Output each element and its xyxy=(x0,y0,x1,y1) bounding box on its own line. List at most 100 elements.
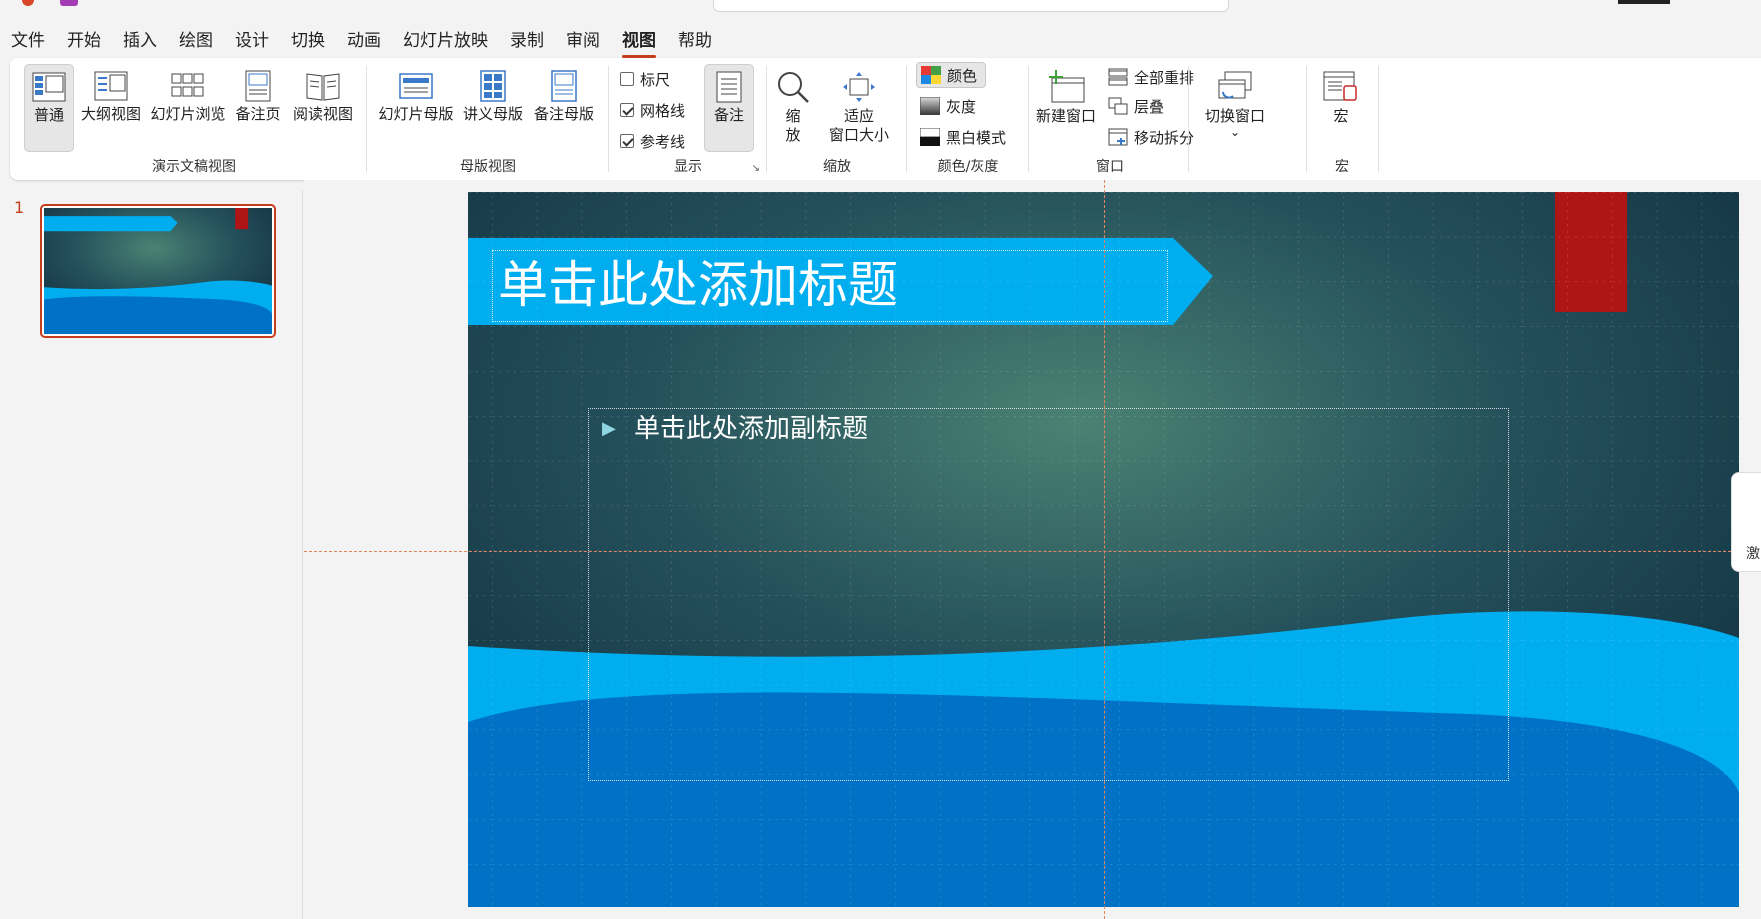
notes-master-button[interactable]: 备注母版 xyxy=(530,64,598,152)
fit-label-line2: 窗口大小 xyxy=(828,126,889,144)
gridlines-checkbox[interactable]: 网格线 xyxy=(616,97,685,123)
group-show: 标尺 网格线 参考线 备注 显示 ↘ xyxy=(614,62,762,176)
horizontal-guide[interactable] xyxy=(304,551,1761,552)
side-panel-tab[interactable]: 激 xyxy=(1731,472,1761,572)
bullet-icon: ▶ xyxy=(602,418,616,439)
fit-window-icon xyxy=(843,72,875,102)
onenote-icon[interactable] xyxy=(60,0,78,6)
ruler-label: 标尺 xyxy=(640,70,671,89)
app-icon[interactable] xyxy=(22,0,34,6)
color-icon xyxy=(921,66,941,84)
tab-view[interactable]: 视图 xyxy=(611,28,667,58)
new-window-label: 新建窗口 xyxy=(1035,107,1096,125)
macro-icon xyxy=(1323,71,1357,101)
tab-record[interactable]: 录制 xyxy=(499,28,555,56)
fit-label-line1: 适应 xyxy=(843,107,874,125)
tab-draw[interactable]: 绘图 xyxy=(168,28,224,56)
group-label-presentation-views: 演示文稿视图 xyxy=(152,159,236,175)
guides-check[interactable] xyxy=(620,134,634,148)
ruler-check[interactable] xyxy=(620,72,634,86)
black-white-icon xyxy=(920,128,940,146)
zoom-label-line1: 缩 xyxy=(785,107,801,125)
guides-label: 参考线 xyxy=(640,132,686,151)
color-button[interactable]: 颜色 xyxy=(916,62,987,88)
tab-design[interactable]: 设计 xyxy=(224,28,280,56)
handout-master-button[interactable]: 讲义母版 xyxy=(460,64,526,152)
tab-transitions[interactable]: 切换 xyxy=(280,28,336,56)
ribbon-divider xyxy=(1378,66,1379,172)
grayscale-label: 灰度 xyxy=(946,97,977,116)
group-label-zoom: 缩放 xyxy=(823,159,851,175)
tab-insert[interactable]: 插入 xyxy=(112,28,168,56)
cascade-button[interactable]: 层叠 xyxy=(1104,93,1164,119)
slide-thumbnail[interactable] xyxy=(40,204,276,338)
switch-window-button[interactable]: 切换窗口 ⌄ xyxy=(1200,64,1270,152)
cascade-icon xyxy=(1108,97,1128,115)
outline-view-button[interactable]: 大纲视图 xyxy=(78,64,144,152)
group-label-macros: 宏 xyxy=(1335,159,1349,175)
normal-view-icon xyxy=(32,72,66,102)
group-label-master-views: 母版视图 xyxy=(460,159,516,175)
tab-file[interactable]: 文件 xyxy=(0,28,56,56)
ribbon: 普通 大纲视图 幻灯片浏览 备注页 阅读视图 演示文稿视图 幻灯片母版 讲义母版 xyxy=(10,58,1761,180)
group-label-window: 窗口 xyxy=(1096,159,1124,175)
move-split-button[interactable]: 移动拆分 xyxy=(1104,124,1194,150)
black-white-button[interactable]: 黑白模式 xyxy=(916,124,1006,150)
search-input[interactable] xyxy=(713,0,1229,12)
slide-sorter-icon xyxy=(171,73,204,97)
slide-master-button[interactable]: 幻灯片母版 xyxy=(376,64,456,152)
account-icon[interactable] xyxy=(1618,0,1670,4)
magnifier-icon xyxy=(778,72,809,103)
ribbon-divider xyxy=(1306,66,1307,172)
ribbon-divider xyxy=(366,66,367,172)
slide-thumbnail-preview xyxy=(44,208,272,334)
notes-page-button[interactable]: 备注页 xyxy=(232,64,284,152)
slide-sorter-label: 幻灯片浏览 xyxy=(150,105,226,123)
reading-view-label: 阅读视图 xyxy=(292,105,353,123)
guides-checkbox[interactable]: 参考线 xyxy=(616,128,685,154)
group-label-show: 显示 xyxy=(674,159,702,175)
ribbon-divider xyxy=(766,66,767,172)
tab-animations[interactable]: 动画 xyxy=(336,28,392,56)
ribbon-divider xyxy=(608,66,609,172)
notes-button[interactable]: 备注 xyxy=(704,64,754,152)
slide-master-icon xyxy=(399,73,433,99)
group-window: 新建窗口 全部重排 层叠 移动拆分 切换窗口 ⌄ 窗口 xyxy=(1032,62,1302,176)
arrange-all-button[interactable]: 全部重排 xyxy=(1104,64,1194,90)
notes-master-label: 备注母版 xyxy=(533,105,594,123)
ribbon-divider xyxy=(1028,66,1029,172)
slide-sorter-button[interactable]: 幻灯片浏览 xyxy=(148,64,228,152)
gridlines-label: 网格线 xyxy=(640,101,686,120)
fit-to-window-button[interactable]: 适应 窗口大小 xyxy=(822,64,896,152)
new-window-button[interactable]: 新建窗口 xyxy=(1032,64,1100,152)
zoom-button[interactable]: 缩 放 xyxy=(772,64,814,152)
subtitle-placeholder[interactable]: 单击此处添加副标题 xyxy=(634,410,868,448)
normal-view-button[interactable]: 普通 xyxy=(24,64,74,152)
outline-view-icon xyxy=(94,71,128,101)
title-placeholder[interactable]: 单击此处添加标题 xyxy=(498,254,898,316)
chevron-down-icon[interactable]: ⌄ xyxy=(1200,126,1270,138)
notes-page-label: 备注页 xyxy=(235,105,281,123)
title-bar xyxy=(0,0,1761,14)
reading-view-button[interactable]: 阅读视图 xyxy=(290,64,356,152)
normal-view-label: 普通 xyxy=(33,106,64,124)
grayscale-button[interactable]: 灰度 xyxy=(916,93,976,119)
notes-icon xyxy=(716,71,742,103)
black-white-label: 黑白模式 xyxy=(946,128,1007,147)
gridlines-check[interactable] xyxy=(620,103,634,117)
tab-slideshow[interactable]: 幻灯片放映 xyxy=(392,28,499,56)
handout-master-icon xyxy=(480,70,506,102)
subtitle-placeholder-box[interactable] xyxy=(588,408,1509,781)
show-dialog-launcher-icon[interactable]: ↘ xyxy=(752,163,760,174)
group-color-grayscale: 颜色 灰度 黑白模式 颜色/灰度 xyxy=(912,62,1024,176)
macros-button[interactable]: 宏 xyxy=(1316,64,1366,152)
vertical-guide[interactable] xyxy=(1104,180,1105,919)
slide-thumbnail-pane: 1 xyxy=(0,190,303,919)
ribbon-tabs: 文件 开始 插入 绘图 设计 切换 动画 幻灯片放映 录制 审阅 视图 帮助 xyxy=(0,28,723,58)
tab-review[interactable]: 审阅 xyxy=(555,28,611,56)
cascade-label: 层叠 xyxy=(1134,97,1165,116)
tab-help[interactable]: 帮助 xyxy=(667,28,723,56)
tab-home[interactable]: 开始 xyxy=(56,28,112,56)
arrange-all-icon xyxy=(1108,68,1128,86)
ruler-checkbox[interactable]: 标尺 xyxy=(616,66,670,92)
